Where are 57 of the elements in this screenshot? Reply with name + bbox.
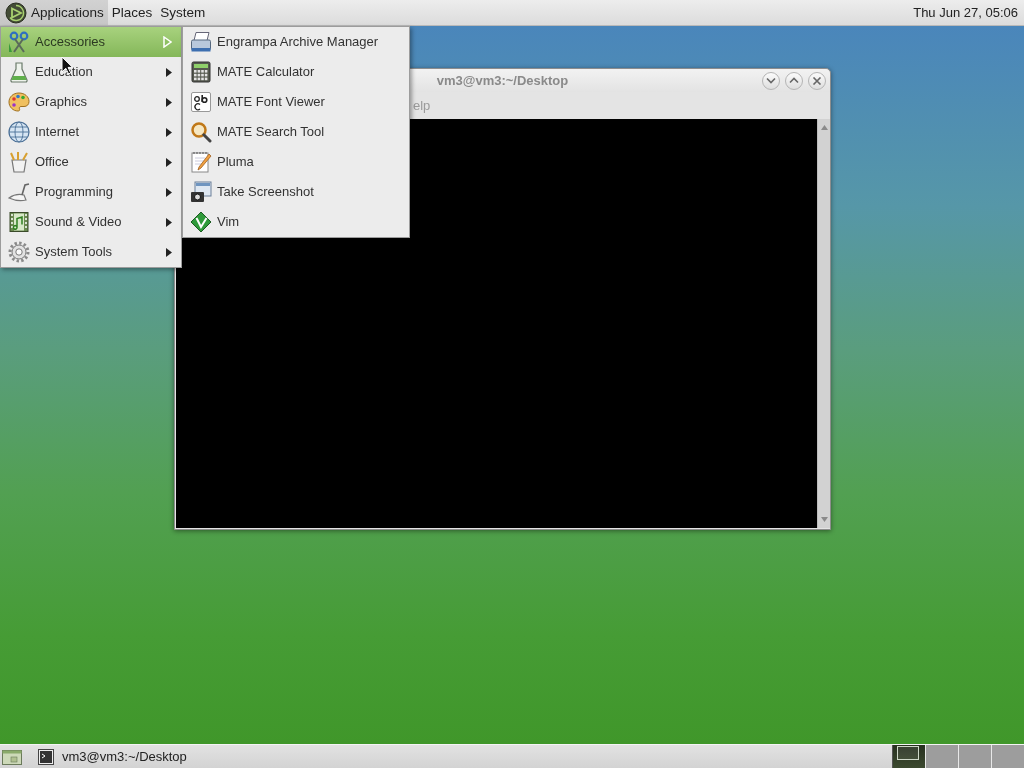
panel-menu-button[interactable]: System [156,0,210,25]
menu-item[interactable]: System Tools [1,237,181,267]
chevron-up-icon [789,77,799,84]
menu-item[interactable]: Internet [1,117,181,147]
show-desktop-icon [2,747,22,766]
menu-item[interactable]: Accessories [1,27,181,57]
trowel-icon [8,181,30,203]
panel-clock[interactable]: Thu Jun 27, 05:06 [913,0,1024,25]
menu-item[interactable]: Engrampa Archive Manager [183,27,409,57]
scroll-down-icon [820,517,828,522]
close-button[interactable] [808,71,826,90]
globe-icon [8,121,30,143]
search-icon [190,121,212,143]
menu-item[interactable]: Programming [1,177,181,207]
submenu-arrow-icon [166,67,172,77]
scissors-icon [8,31,30,53]
panel-menu-button[interactable]: Places [107,0,157,25]
panel-menu-button[interactable]: Applications [0,0,108,25]
menu-item[interactable]: Take Screenshot [183,177,409,207]
menu-item[interactable]: Vim [183,207,409,237]
scrollbar[interactable] [817,119,830,528]
flask-icon [8,61,30,83]
terminal-icon [38,748,54,765]
diamond-logo-icon [190,211,212,233]
notepad-pencil-icon [190,151,212,173]
submenu-arrow-icon [163,36,172,48]
font-tile-icon [190,91,212,113]
menu-item[interactable]: Sound & Video [1,207,181,237]
swirl-logo-icon [5,1,27,24]
window-title: vm3@vm3:~/Desktop [436,71,569,90]
taskbar-button[interactable]: vm3@vm3:~/Desktop [34,746,284,767]
palette-icon [8,91,30,113]
submenu-arrow-icon [166,97,172,107]
menu-item[interactable]: MATE Search Tool [183,117,409,147]
menu-item[interactable]: Office [1,147,181,177]
menu-item[interactable]: MATE Calculator [183,57,409,87]
submenu-arrow-icon [166,127,172,137]
submenu-arrow-icon [166,217,172,227]
workspace-button[interactable] [892,744,925,768]
calculator-icon [190,61,212,83]
submenu-arrow-icon [166,247,172,257]
camera-window-icon [190,181,212,203]
submenu-arrow-icon [166,157,172,167]
pencil-cup-icon [8,151,30,173]
menu-item[interactable]: Pluma [183,147,409,177]
scroll-up-icon [820,125,828,130]
gear-icon [8,241,30,263]
archive-tray-icon [190,31,212,53]
maximize-button[interactable] [785,71,803,90]
close-icon [812,76,822,85]
menu-item[interactable]: Graphics [1,87,181,117]
mini-window-icon [897,745,919,760]
minimize-button[interactable] [762,71,780,90]
film-strip-icon [8,211,30,233]
menu-item[interactable]: MATE Font Viewer [183,87,409,117]
submenu-arrow-icon [166,187,172,197]
chevron-down-icon [766,77,776,84]
